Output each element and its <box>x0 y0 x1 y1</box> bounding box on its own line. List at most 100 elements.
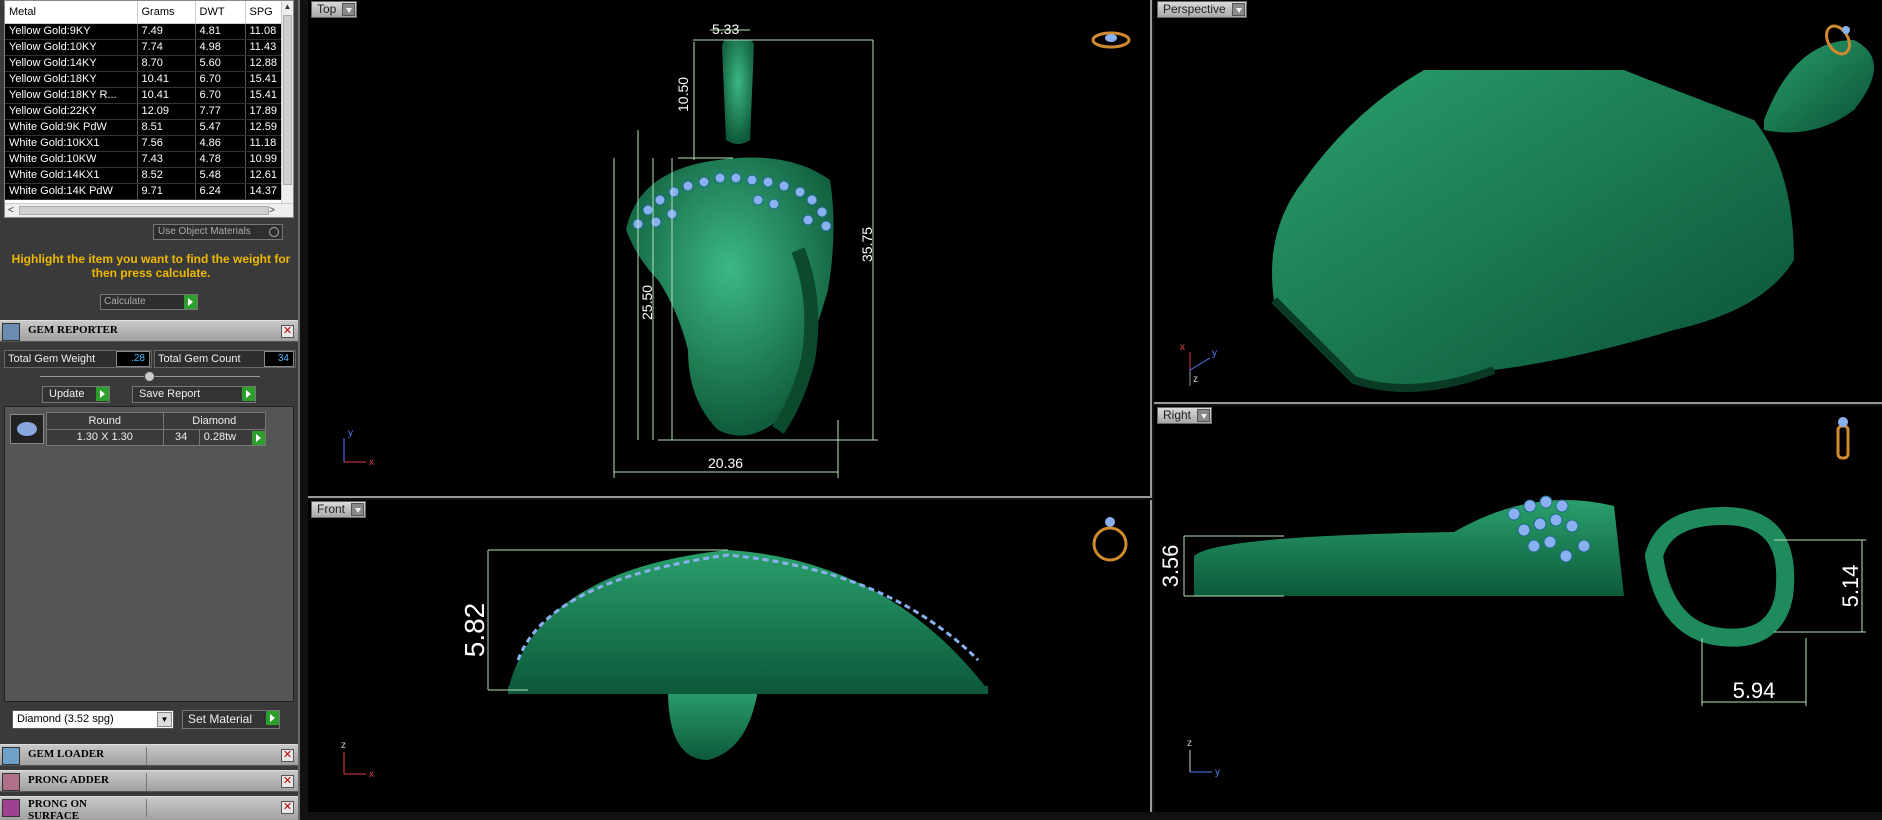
table-row[interactable]: White Gold:10KX1 7.56 4.86 11.18 <box>5 135 284 152</box>
table-cell: 11.08 <box>245 23 284 40</box>
ring-orientation-icon[interactable] <box>1092 517 1128 562</box>
ring-orientation-icon[interactable] <box>1836 417 1850 460</box>
table-row[interactable]: Yellow Gold:18KY R... 10.41 6.70 15.41 <box>5 87 284 104</box>
scroll-right-icon[interactable]: > <box>269 204 275 217</box>
close-icon[interactable]: ✕ <box>281 801 294 814</box>
chevron-down-icon[interactable] <box>351 503 365 516</box>
table-cell: 5.60 <box>195 55 246 72</box>
column-header[interactable]: Metal <box>5 1 138 24</box>
axis-x-label: x <box>369 457 374 468</box>
table-row[interactable]: Yellow Gold:22KY 12.09 7.77 17.89 <box>5 103 284 120</box>
dim-bail-width: 5.33 <box>712 21 739 37</box>
gem-loader-header[interactable]: GEM LOADER ✕ <box>0 744 298 766</box>
table-cell: Yellow Gold:10KY <box>5 39 138 56</box>
scroll-thumb[interactable] <box>283 15 292 185</box>
gem-reporter-header[interactable]: GEM REPORTER ✕ <box>0 320 298 342</box>
scroll-left-icon[interactable]: < <box>8 204 14 217</box>
prong-on-surface-header[interactable]: PRONG ON SURFACE ✕ <box>0 796 298 820</box>
metal-table-body[interactable]: Yellow Gold:9KY 7.49 4.81 11.08 Yellow Gold:… <box>5 23 284 200</box>
set-material-label: Set Material <box>188 712 253 726</box>
table-cell: 15.41 <box>245 71 284 88</box>
close-icon[interactable]: ✕ <box>281 775 294 788</box>
play-icon[interactable] <box>252 430 265 445</box>
viewport-label-right[interactable]: Right <box>1157 407 1213 424</box>
table-cell: 4.98 <box>195 39 246 56</box>
table-cell: 7.77 <box>195 103 246 120</box>
vertical-scrollbar[interactable]: ▲ <box>281 1 293 203</box>
save-report-button[interactable]: Save Report <box>132 386 256 403</box>
axis-z-label: z <box>1187 738 1192 749</box>
calculate-button[interactable]: Calculate <box>100 294 198 310</box>
table-cell: Yellow Gold:22KY <box>5 103 138 120</box>
use-object-materials-option[interactable]: Use Object Materials <box>153 224 283 240</box>
table-row[interactable]: White Gold:9K PdW 8.51 5.47 12.59 <box>5 119 284 136</box>
header-separator <box>146 799 147 817</box>
table-cell: 7.74 <box>137 39 196 56</box>
axis-y-label: y <box>1215 767 1220 778</box>
axis-x-label: x <box>1180 342 1185 353</box>
gem-loader-title: GEM LOADER <box>28 748 105 760</box>
set-material-button[interactable]: Set Material <box>182 710 280 729</box>
chevron-down-icon[interactable] <box>1197 409 1211 422</box>
chevron-down-icon[interactable] <box>1231 3 1245 16</box>
material-select[interactable]: Diamond (3.52 spg) ▼ <box>12 710 174 729</box>
material-select-value: Diamond (3.52 spg) <box>17 713 114 725</box>
gem-report-table[interactable]: Round Diamond 1.30 X 1.30 34 0.28tw <box>46 412 267 446</box>
viewport-label-front[interactable]: Front <box>311 501 367 518</box>
column-header[interactable]: SPG <box>245 1 284 24</box>
table-cell: Yellow Gold:18KY <box>5 71 138 88</box>
table-row[interactable]: White Gold:14KX1 8.52 5.48 12.61 <box>5 167 284 184</box>
gem-report-row[interactable]: 1.30 X 1.30 34 0.28tw <box>46 428 267 446</box>
dim-side-height: 3.56 <box>1158 545 1183 588</box>
front-viewport[interactable]: 5.82 z x Front <box>308 500 1152 812</box>
table-row[interactable]: Yellow Gold:9KY 7.49 4.81 11.08 <box>5 23 284 40</box>
play-icon[interactable] <box>184 295 197 309</box>
axis-indicator: x y z <box>1180 342 1217 386</box>
table-row[interactable]: White Gold:14K PdW 9.71 6.24 14.37 <box>5 183 284 200</box>
table-cell: 11.43 <box>245 39 284 56</box>
slider-knob[interactable] <box>144 371 155 382</box>
dim-face-width: 20.36 <box>708 455 743 471</box>
prong-on-surface-icon <box>2 799 20 817</box>
table-row[interactable]: White Gold:10KW 7.43 4.78 10.99 <box>5 151 284 168</box>
radio-icon[interactable] <box>269 227 279 237</box>
chevron-down-icon[interactable] <box>342 3 356 16</box>
play-icon[interactable] <box>266 711 279 725</box>
horizontal-scrollbar[interactable]: < > <box>5 203 293 217</box>
table-cell: 8.51 <box>137 119 196 136</box>
metal-weight-table[interactable]: Metal Grams DWT SPG Yellow Gold:9KY 7.49 4.81… <box>4 0 294 218</box>
table-cell: 4.78 <box>195 151 246 168</box>
table-row[interactable]: Yellow Gold:10KY 7.74 4.98 11.43 <box>5 39 284 56</box>
table-cell: 4.86 <box>195 135 246 152</box>
close-icon[interactable]: ✕ <box>281 325 294 338</box>
table-row[interactable]: Yellow Gold:14KY 8.70 5.60 12.88 <box>5 55 284 72</box>
chevron-down-icon[interactable]: ▼ <box>157 712 172 727</box>
hscroll-thumb[interactable] <box>19 206 269 215</box>
right-viewport[interactable]: 3.56 5.14 5.94 z y Right <box>1154 406 1882 812</box>
scroll-up-icon[interactable]: ▲ <box>282 1 293 13</box>
column-header[interactable]: Grams <box>137 1 196 24</box>
table-cell: 5.48 <box>195 167 246 184</box>
gem-report-header-row: Round Diamond <box>46 412 267 430</box>
column-header[interactable]: DWT <box>195 1 246 24</box>
dim-total-height: 35.75 <box>859 227 875 262</box>
top-viewport[interactable]: 5.33 10.50 25.50 35.75 20.36 y x Top <box>308 0 1152 498</box>
table-cell: 7.49 <box>137 23 196 40</box>
update-button[interactable]: Update <box>42 386 110 403</box>
dim-bail-height: 5.14 <box>1838 565 1863 608</box>
table-cell: 8.70 <box>137 55 196 72</box>
gem-list-area[interactable] <box>4 406 294 702</box>
pendant-profile <box>508 550 988 690</box>
viewport-label-perspective[interactable]: Perspective <box>1157 1 1247 18</box>
gem-shape: Round <box>46 412 164 430</box>
play-icon[interactable] <box>96 387 109 401</box>
prong-adder-header[interactable]: PRONG ADDER ✕ <box>0 770 298 792</box>
perspective-viewport[interactable]: x y z Perspective <box>1154 0 1882 404</box>
close-icon[interactable]: ✕ <box>281 749 294 762</box>
viewport-label-top[interactable]: Top <box>311 1 358 18</box>
table-cell: 12.88 <box>245 55 284 72</box>
play-icon[interactable] <box>242 387 255 401</box>
ring-orientation-icon[interactable] <box>1091 31 1131 49</box>
table-row[interactable]: Yellow Gold:18KY 10.41 6.70 15.41 <box>5 71 284 88</box>
metal-table[interactable]: Metal Grams DWT SPG Yellow Gold:9KY 7.49 4.81… <box>5 1 284 200</box>
